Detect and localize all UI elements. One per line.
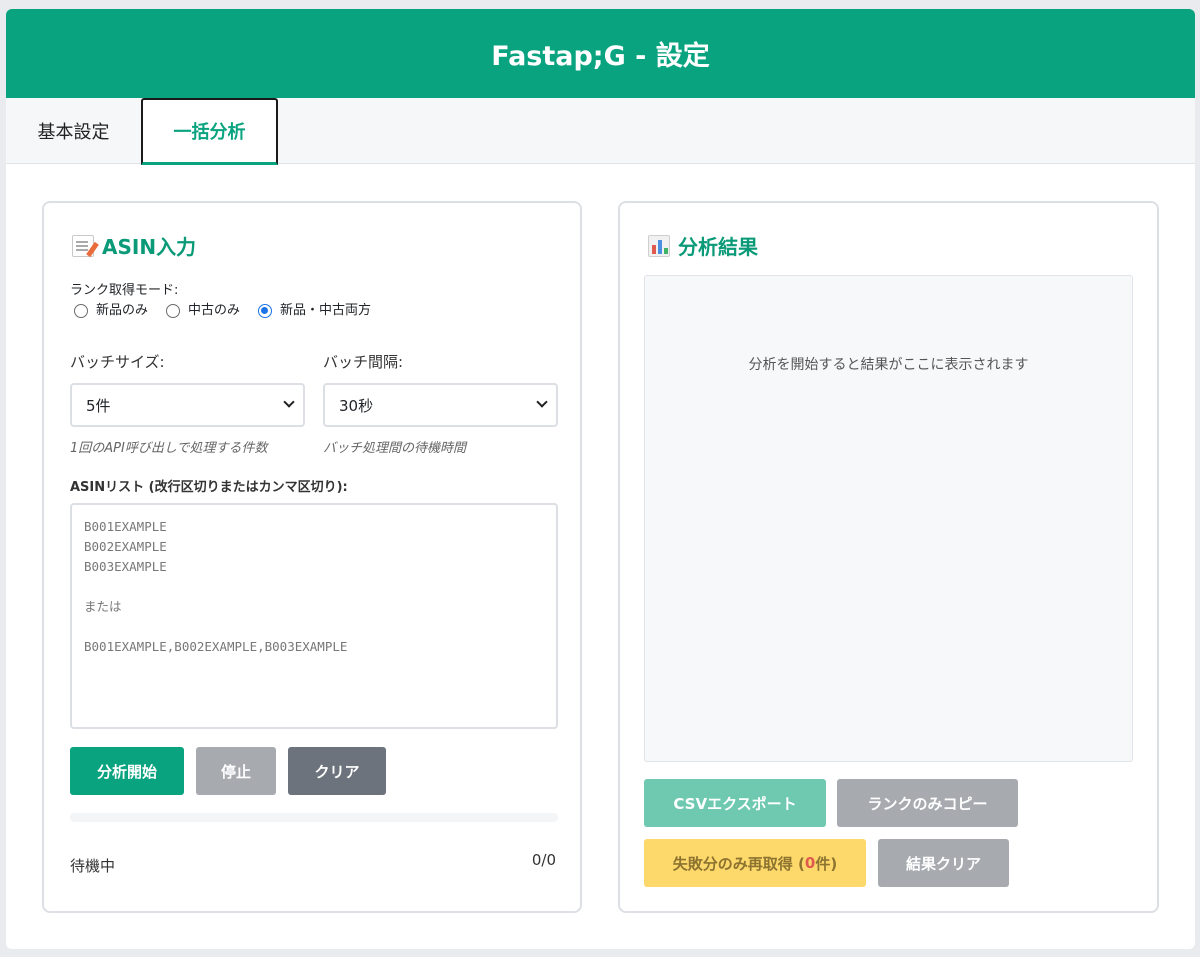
- batch-size-hint: 1回のAPI呼び出しで処理する件数: [70, 441, 268, 456]
- start-analysis-button[interactable]: 分析開始: [70, 747, 184, 795]
- retry-failed-button[interactable]: 失敗分のみ再取得 (0 件): [644, 839, 866, 887]
- page-title: Fastap;G - 設定: [491, 41, 710, 72]
- retry-label-suffix: 件): [815, 854, 838, 873]
- bar-chart-icon: [648, 234, 670, 257]
- tab-batch-analysis[interactable]: 一括分析: [141, 98, 278, 165]
- batch-interval-hint: バッチ処理間の待機時間: [323, 441, 467, 456]
- asin-input-heading: ASIN入力: [72, 231, 196, 260]
- radio-used-only[interactable]: 中古のみ: [166, 299, 240, 318]
- batch-size-select[interactable]: 5件: [70, 383, 305, 427]
- batch-size-label: バッチサイズ:: [70, 353, 165, 371]
- radio-button-checked[interactable]: [258, 303, 273, 318]
- status-text: 待機中: [70, 857, 116, 875]
- results-empty-message: 分析を開始すると結果がここに表示されます: [748, 357, 1029, 373]
- batch-interval-select[interactable]: 30秒: [323, 383, 558, 427]
- batch-interval-label: バッチ間隔:: [323, 353, 404, 371]
- radio-new-only[interactable]: 新品のみ: [74, 299, 148, 318]
- asin-input-title: ASIN入力: [102, 235, 197, 259]
- radio-label: 中古のみ: [188, 303, 241, 318]
- radio-label: 新品・中古両方: [280, 303, 372, 318]
- rank-mode-label: ランク取得モード:: [70, 283, 179, 298]
- analysis-results-panel: 分析結果 分析を開始すると結果がここに表示されます CSVエクスポート ランクの…: [618, 201, 1159, 913]
- tab-basic-settings[interactable]: 基本設定: [6, 98, 141, 164]
- radio-button[interactable]: [166, 303, 181, 318]
- results-area: 分析を開始すると結果がここに表示されます: [644, 275, 1133, 762]
- asin-list-textarea[interactable]: B001EXAMPLE B002EXAMPLE B003EXAMPLE または …: [70, 503, 558, 729]
- stop-button[interactable]: 停止: [196, 747, 276, 795]
- radio-label: 新品のみ: [96, 303, 149, 318]
- copy-rank-button[interactable]: ランクのみコピー: [837, 779, 1018, 827]
- results-title: 分析結果: [678, 235, 758, 259]
- chevron-down-icon: [536, 396, 548, 408]
- memo-icon: [72, 234, 94, 257]
- batch-interval-value: 30秒: [339, 396, 374, 415]
- asin-list-label: ASINリスト (改行区切りまたはカンマ区切り):: [70, 480, 348, 495]
- csv-export-button[interactable]: CSVエクスポート: [644, 779, 826, 827]
- clear-results-button[interactable]: 結果クリア: [878, 839, 1009, 887]
- asin-input-panel: ASIN入力 ランク取得モード: 新品のみ 中古のみ 新品・中古両方 バッチサイ…: [42, 201, 582, 913]
- results-heading: 分析結果: [648, 231, 758, 260]
- clear-button[interactable]: クリア: [288, 747, 386, 795]
- radio-new-and-used[interactable]: 新品・中古両方: [258, 299, 371, 318]
- progress-bar: [70, 813, 558, 822]
- rank-mode-radio-group: 新品のみ 中古のみ 新品・中古両方: [74, 299, 389, 318]
- batch-size-value: 5件: [86, 396, 111, 415]
- retry-label-prefix: 失敗分のみ再取得 (: [672, 854, 805, 873]
- progress-count: 0/0: [531, 851, 556, 869]
- app-header: Fastap;G - 設定: [6, 9, 1195, 98]
- radio-button[interactable]: [74, 303, 88, 318]
- tab-bar: 基本設定 一括分析: [6, 98, 1195, 165]
- failed-count: 0: [804, 854, 816, 872]
- chevron-down-icon: [283, 396, 295, 408]
- settings-window: Fastap;G - 設定 基本設定 一括分析 ASIN入力 ランク取得モード:…: [6, 9, 1195, 949]
